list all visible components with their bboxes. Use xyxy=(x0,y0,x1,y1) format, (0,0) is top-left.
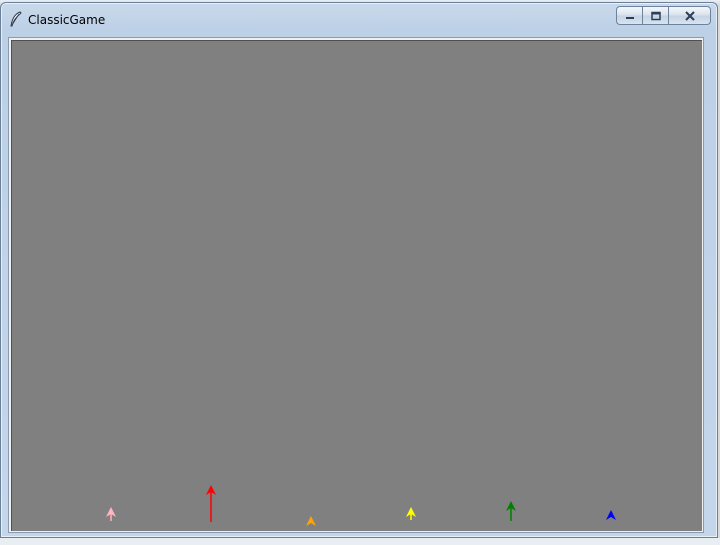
orange-turtle xyxy=(306,516,316,526)
client-area xyxy=(8,37,704,533)
red-turtle xyxy=(206,485,216,522)
window-title: ClassicGame xyxy=(28,13,106,27)
minimize-button[interactable] xyxy=(616,6,642,25)
close-button[interactable] xyxy=(668,6,711,25)
game-window: ClassicGame xyxy=(0,2,718,538)
game-canvas[interactable] xyxy=(11,40,702,531)
maximize-button[interactable] xyxy=(642,6,668,25)
maximize-icon xyxy=(650,11,661,20)
feather-icon xyxy=(9,11,23,27)
minimize-icon xyxy=(625,16,634,19)
caption-buttons xyxy=(616,6,711,25)
close-icon xyxy=(684,10,695,21)
green-turtle xyxy=(506,501,516,521)
blue-turtle xyxy=(606,510,616,520)
pink-turtle xyxy=(106,507,116,521)
yellow-turtle xyxy=(406,507,416,520)
turtle-layer xyxy=(106,485,616,526)
title-bar[interactable]: ClassicGame xyxy=(1,3,717,33)
taskbar-edge xyxy=(0,538,720,545)
